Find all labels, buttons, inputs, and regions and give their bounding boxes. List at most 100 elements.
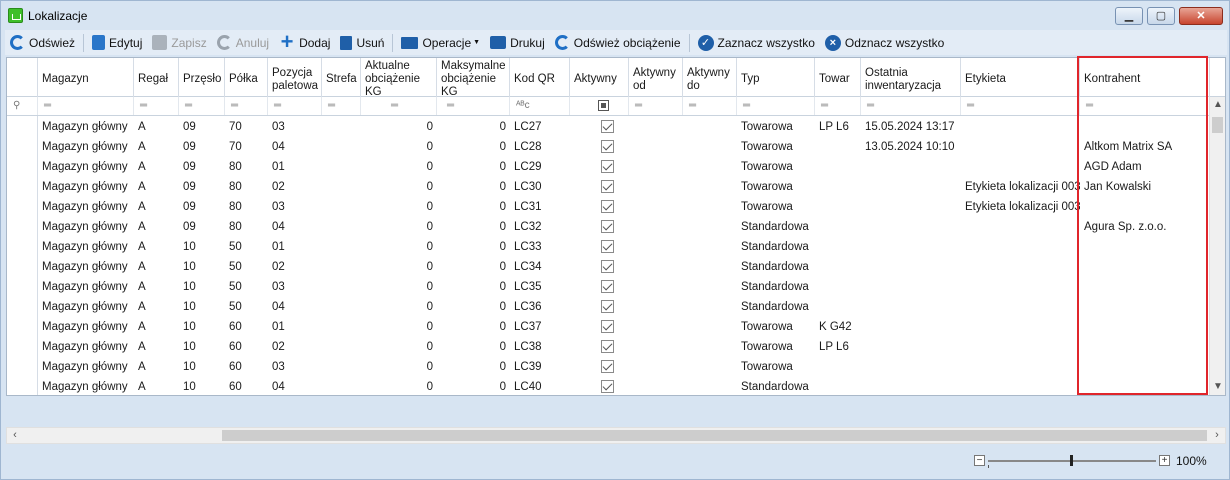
- cell-przeslo[interactable]: 10: [179, 237, 225, 257]
- refresh-button[interactable]: Odśwież: [5, 32, 80, 54]
- cell-maksymalne[interactable]: 0: [437, 337, 510, 357]
- zoom-out-button[interactable]: −: [974, 455, 985, 466]
- horizontal-scroll-thumb[interactable]: [222, 430, 1207, 441]
- table-row[interactable]: Magazyn główny A 10 50 01 0 0 LC33 Standardowa: [7, 237, 1210, 257]
- cell-inwentaryzacja[interactable]: [861, 237, 961, 257]
- cell-pozycja[interactable]: 01: [268, 237, 322, 257]
- cell-przeslo[interactable]: 09: [179, 197, 225, 217]
- cell-strefa[interactable]: [322, 217, 361, 237]
- filter-kontrahent[interactable]: ═: [1080, 97, 1210, 115]
- cell-typ[interactable]: Standardowa: [737, 257, 815, 277]
- cell-polka[interactable]: 70: [225, 117, 268, 137]
- cell-przeslo[interactable]: 10: [179, 337, 225, 357]
- cell-polka[interactable]: 60: [225, 337, 268, 357]
- cell-typ[interactable]: Standardowa: [737, 217, 815, 237]
- aktywny-checkbox[interactable]: [601, 140, 614, 153]
- cell-etykieta[interactable]: [961, 337, 1080, 357]
- cell-aktualne[interactable]: 0: [361, 197, 437, 217]
- col-header-przeslo[interactable]: Przęsło: [179, 58, 225, 97]
- cell-regal[interactable]: A: [134, 297, 179, 317]
- aktywny-checkbox[interactable]: [601, 280, 614, 293]
- cell-etykieta[interactable]: [961, 237, 1080, 257]
- col-header-kontrahent[interactable]: Kontrahent: [1080, 58, 1210, 97]
- aktywny-checkbox[interactable]: [601, 240, 614, 253]
- cell-aktualne[interactable]: 0: [361, 297, 437, 317]
- col-header-aktywny[interactable]: Aktywny: [570, 58, 629, 97]
- cell-strefa[interactable]: [322, 197, 361, 217]
- cell-polka[interactable]: 60: [225, 317, 268, 337]
- cell-kontrahent[interactable]: Agura Sp. z.o.o.: [1080, 217, 1210, 237]
- col-header-towar[interactable]: Towar: [815, 58, 861, 97]
- cell-towar[interactable]: K G42: [815, 317, 861, 337]
- cell-maksymalne[interactable]: 0: [437, 357, 510, 377]
- table-row[interactable]: Magazyn główny A 10 50 03 0 0 LC35 Standardowa: [7, 277, 1210, 297]
- cell-regal[interactable]: A: [134, 317, 179, 337]
- cell-typ[interactable]: Standardowa: [737, 377, 815, 395]
- cell-towar[interactable]: [815, 277, 861, 297]
- cell-aktualne[interactable]: 0: [361, 257, 437, 277]
- cell-magazyn[interactable]: Magazyn główny: [38, 277, 134, 297]
- add-button[interactable]: + Dodaj: [274, 30, 335, 54]
- cell-etykieta[interactable]: Etykieta lokalizacji 003: [961, 177, 1080, 197]
- cell-towar[interactable]: [815, 177, 861, 197]
- cell-pozycja[interactable]: 04: [268, 377, 322, 395]
- cell-etykieta[interactable]: [961, 317, 1080, 337]
- cell-maksymalne[interactable]: 0: [437, 277, 510, 297]
- col-header-strefa[interactable]: Strefa: [322, 58, 361, 97]
- cell-magazyn[interactable]: Magazyn główny: [38, 317, 134, 337]
- cell-maksymalne[interactable]: 0: [437, 137, 510, 157]
- filter-magazyn[interactable]: ═: [38, 97, 134, 115]
- cell-magazyn[interactable]: Magazyn główny: [38, 117, 134, 137]
- filter-etykieta[interactable]: ═: [961, 97, 1080, 115]
- aktywny-checkbox[interactable]: [601, 340, 614, 353]
- col-header-etykieta[interactable]: Etykieta: [961, 58, 1080, 97]
- filter-przeslo[interactable]: ═: [179, 97, 225, 115]
- cell-przeslo[interactable]: 10: [179, 377, 225, 395]
- cell-pozycja[interactable]: 03: [268, 277, 322, 297]
- filter-aktualne[interactable]: ═: [361, 97, 437, 115]
- cell-strefa[interactable]: [322, 237, 361, 257]
- cell-kodqr[interactable]: LC36: [510, 297, 570, 317]
- cell-kodqr[interactable]: LC34: [510, 257, 570, 277]
- cell-typ[interactable]: Standardowa: [737, 277, 815, 297]
- filter-aktywny[interactable]: [570, 97, 629, 115]
- cell-magazyn[interactable]: Magazyn główny: [38, 197, 134, 217]
- cell-regal[interactable]: A: [134, 257, 179, 277]
- cell-polka[interactable]: 60: [225, 377, 268, 395]
- vertical-scrollbar[interactable]: ▲ ▼: [1209, 97, 1225, 395]
- cell-kontrahent[interactable]: Altkom Matrix SA: [1080, 137, 1210, 157]
- cell-przeslo[interactable]: 09: [179, 217, 225, 237]
- cell-strefa[interactable]: [322, 137, 361, 157]
- col-header-typ[interactable]: Typ: [737, 58, 815, 97]
- cell-typ[interactable]: Towarowa: [737, 317, 815, 337]
- scroll-down-icon[interactable]: ▼: [1210, 379, 1225, 395]
- cell-aktualne[interactable]: 0: [361, 337, 437, 357]
- cell-etykieta[interactable]: [961, 377, 1080, 395]
- cell-regal[interactable]: A: [134, 177, 179, 197]
- cell-inwentaryzacja[interactable]: [861, 257, 961, 277]
- cell-przeslo[interactable]: 09: [179, 157, 225, 177]
- cell-kontrahent[interactable]: AGD Adam: [1080, 157, 1210, 177]
- cell-polka[interactable]: 50: [225, 277, 268, 297]
- cell-inwentaryzacja[interactable]: 15.05.2024 13:17: [861, 117, 961, 137]
- col-header-magazyn[interactable]: Magazyn: [38, 58, 134, 97]
- cell-kontrahent[interactable]: [1080, 297, 1210, 317]
- cell-typ[interactable]: Standardowa: [737, 237, 815, 257]
- cell-aktualne[interactable]: 0: [361, 377, 437, 395]
- cell-przeslo[interactable]: 10: [179, 317, 225, 337]
- cell-polka[interactable]: 60: [225, 357, 268, 377]
- filter-aktywny-od[interactable]: ═: [629, 97, 683, 115]
- scroll-left-icon[interactable]: ‹: [7, 428, 23, 443]
- cell-polka[interactable]: 50: [225, 297, 268, 317]
- cell-pozycja[interactable]: 02: [268, 177, 322, 197]
- cell-inwentaryzacja[interactable]: [861, 197, 961, 217]
- table-row[interactable]: Magazyn główny A 10 50 04 0 0 LC36 Standardowa: [7, 297, 1210, 317]
- cell-inwentaryzacja[interactable]: [861, 317, 961, 337]
- cell-maksymalne[interactable]: 0: [437, 197, 510, 217]
- delete-button[interactable]: Usuń: [335, 32, 389, 54]
- cell-towar[interactable]: [815, 357, 861, 377]
- cell-towar[interactable]: [815, 137, 861, 157]
- cell-aktualne[interactable]: 0: [361, 157, 437, 177]
- cell-regal[interactable]: A: [134, 117, 179, 137]
- aktywny-checkbox[interactable]: [601, 180, 614, 193]
